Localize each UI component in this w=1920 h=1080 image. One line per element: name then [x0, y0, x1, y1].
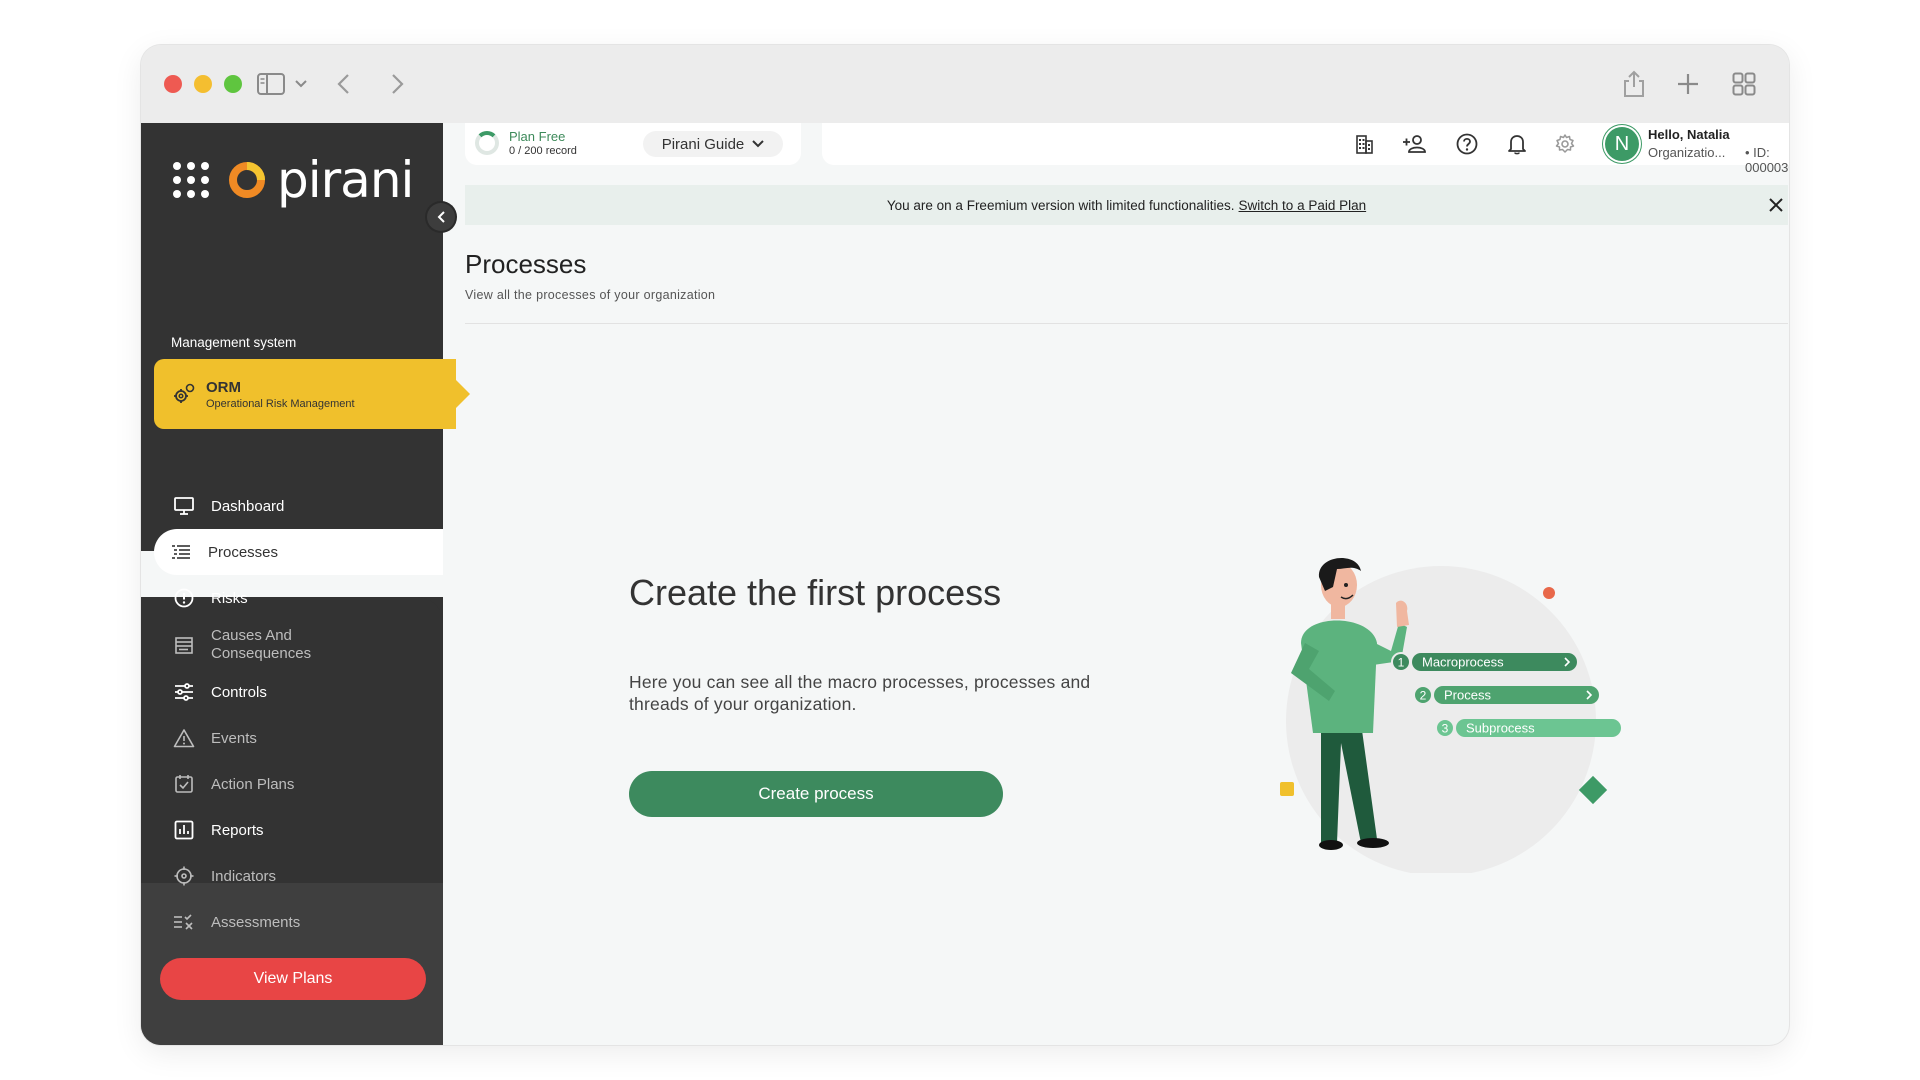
- app-window: pirani Management system ORM Operational…: [141, 45, 1789, 1045]
- sidebar-item-assessments[interactable]: Assessments: [157, 899, 443, 945]
- freemium-banner: You are on a Freemium version with limit…: [465, 185, 1788, 225]
- sidebar-item-label: Action Plans: [211, 775, 295, 793]
- switch-plan-link[interactable]: Switch to a Paid Plan: [1239, 198, 1367, 213]
- avatar[interactable]: N: [1605, 127, 1639, 161]
- plan-records: 0 / 200 record: [509, 145, 577, 157]
- pirani-logo[interactable]: pirani: [171, 151, 414, 209]
- add-user-icon[interactable]: [1402, 133, 1428, 155]
- pirani-ring-icon: [229, 162, 265, 198]
- crosshair-icon: [173, 865, 195, 887]
- back-arrow-icon[interactable]: [331, 67, 355, 101]
- sidebar-item-causes-and-consequences[interactable]: Causes And Consequences: [157, 621, 443, 669]
- step-number: 2: [1420, 689, 1427, 703]
- empty-state-title: Create the first process: [629, 572, 1002, 613]
- decor-square-yellow: [1280, 782, 1294, 796]
- logo-text: pirani: [277, 151, 414, 209]
- checkbox-icon: [173, 773, 195, 795]
- sidebar-item-label: Assessments: [211, 913, 301, 931]
- sidebar-item-label: Events: [211, 729, 257, 747]
- sidebar-item-processes[interactable]: Processes: [154, 529, 443, 575]
- page-title: Processes: [465, 249, 587, 279]
- header-divider: [465, 323, 1788, 324]
- plan-usage-ring-icon: [475, 131, 499, 155]
- maximize-window-button[interactable]: [224, 75, 242, 93]
- sidebar-item-reports[interactable]: Reports: [157, 807, 443, 853]
- step-process: 2 Process: [1413, 685, 1599, 705]
- browser-title-bar: [141, 45, 1789, 123]
- sidebar-toggle-icon[interactable]: [254, 67, 288, 101]
- user-greeting: Hello, Natalia: [1648, 127, 1730, 142]
- sidebar-item-label: Risks: [211, 589, 248, 607]
- decor-dot-red: [1543, 587, 1555, 599]
- building-icon[interactable]: [1353, 133, 1375, 155]
- sidebar-item-label: Causes And Consequences: [211, 627, 312, 662]
- step-label: Process: [1444, 688, 1491, 703]
- sidebar-item-label: Processes: [208, 543, 279, 561]
- plan-status-box: Plan Free 0 / 200 record Pirani Guide: [465, 123, 801, 165]
- organization-name: Organizatio...: [1648, 145, 1726, 160]
- sidebar-item-events[interactable]: Events: [157, 715, 443, 761]
- create-process-button[interactable]: Create process: [629, 771, 1003, 817]
- section-label: Management system: [171, 335, 297, 350]
- step-number: 1: [1398, 656, 1405, 670]
- layers-icon: [173, 634, 195, 656]
- sliders-icon: [173, 681, 195, 703]
- page-subtitle: View all the processes of your organizat…: [465, 288, 716, 302]
- sidebar-item-indicators[interactable]: Indicators: [157, 853, 443, 899]
- module-subtitle: Operational Risk Management: [206, 397, 355, 410]
- organization-id: • ID: 0000030540: [1745, 145, 1789, 175]
- collapse-sidebar-button[interactable]: [427, 203, 455, 231]
- share-icon[interactable]: [1619, 67, 1649, 101]
- gear-icon[interactable]: [1554, 133, 1576, 155]
- close-window-button[interactable]: [164, 75, 182, 93]
- step-number: 3: [1442, 722, 1449, 736]
- module-title: ORM: [206, 378, 241, 396]
- forward-arrow-icon[interactable]: [386, 67, 410, 101]
- step-macroprocess: 1 Macroprocess: [1391, 652, 1577, 672]
- process-illustration: 1 Macroprocess 2 Process 3 Subprocess: [1280, 558, 1621, 873]
- sidebar-item-action-plans[interactable]: Action Plans: [157, 761, 443, 807]
- alert-circle-icon: [173, 587, 195, 609]
- chevron-down-icon[interactable]: [291, 67, 311, 101]
- close-icon[interactable]: [1764, 193, 1788, 217]
- module-selector-orm[interactable]: ORM Operational Risk Management: [154, 359, 470, 429]
- chevron-left-icon: [437, 211, 445, 223]
- sidebar-item-risks[interactable]: Risks: [157, 575, 443, 621]
- checklist-icon: [173, 911, 195, 933]
- step-label: Macroprocess: [1422, 655, 1504, 670]
- sidebar-item-controls[interactable]: Controls: [157, 669, 443, 715]
- apps-grid-icon[interactable]: [171, 160, 211, 200]
- gears-icon: [174, 383, 195, 403]
- plan-title: Plan Free: [509, 129, 566, 144]
- list-icon: [170, 541, 192, 563]
- bar-chart-icon: [173, 819, 195, 841]
- help-icon[interactable]: [1456, 133, 1478, 155]
- banner-text: You are on a Freemium version with limit…: [886, 197, 1235, 213]
- empty-state-text: Here you can see all the macro processes…: [629, 672, 1091, 714]
- view-plans-button[interactable]: View Plans: [160, 958, 426, 1000]
- tab-overview-icon[interactable]: [1729, 67, 1759, 101]
- step-label: Subprocess: [1466, 721, 1535, 736]
- warning-triangle-icon: [173, 727, 195, 749]
- pirani-guide-label: Pirani Guide: [661, 135, 745, 153]
- sidebar-item-label: Indicators: [211, 867, 277, 885]
- monitor-icon: [173, 495, 195, 517]
- pirani-guide-dropdown[interactable]: Pirani Guide: [643, 131, 783, 157]
- sidebar-item-label: Controls: [211, 683, 267, 701]
- minimize-window-button[interactable]: [194, 75, 212, 93]
- bell-icon[interactable]: [1506, 133, 1528, 155]
- step-subprocess: 3 Subprocess: [1435, 718, 1621, 738]
- chevron-down-icon: [752, 140, 764, 148]
- sidebar-item-dashboard[interactable]: Dashboard: [157, 483, 443, 529]
- sidebar-item-label: Dashboard: [211, 497, 285, 515]
- sidebar-item-label: Reports: [211, 821, 264, 839]
- new-tab-plus-icon[interactable]: [1673, 67, 1703, 101]
- top-bar: N Hello, Natalia Organizatio... • ID: 00…: [822, 123, 1789, 175]
